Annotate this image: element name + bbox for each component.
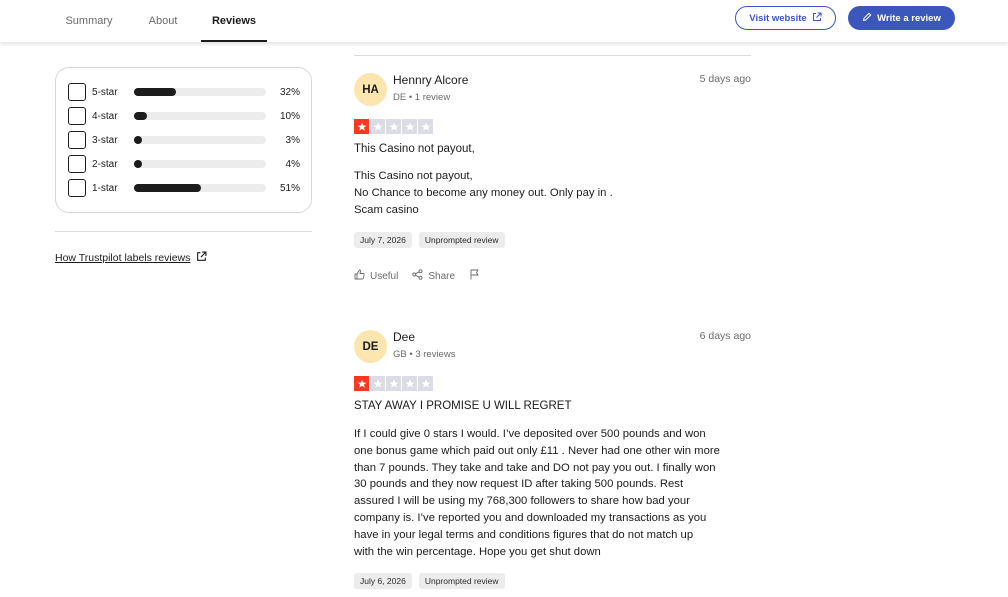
- divider: [55, 231, 312, 232]
- review-title[interactable]: This Casino not payout,: [354, 143, 475, 155]
- filter-percent: 10%: [279, 110, 300, 122]
- review-body-line: No Chance to become any money out. Only …: [354, 186, 613, 199]
- rating-bar: [134, 112, 266, 120]
- visit-website-label: Visit website: [749, 12, 807, 24]
- review-body-line: with the win percentage. Hope you get sh…: [354, 545, 601, 558]
- useful-button[interactable]: Useful: [354, 269, 398, 283]
- divider: [354, 55, 751, 56]
- star-icon: [386, 376, 401, 391]
- tab-summary[interactable]: Summary: [58, 0, 120, 42]
- star-icon: [402, 119, 417, 134]
- star-icon: [386, 119, 401, 134]
- rating-bar-fill: [134, 160, 142, 168]
- filter-percent: 51%: [279, 182, 300, 194]
- star-icon: [354, 119, 369, 134]
- review-body-line: If I could give 0 stars I would. I’ve de…: [354, 428, 706, 440]
- date-tag: July 7, 2026: [354, 232, 412, 248]
- filter-row-3-star[interactable]: 3-star 3%: [68, 131, 300, 149]
- flag-icon: [469, 269, 480, 283]
- star-icon: [402, 376, 417, 391]
- filter-row-5-star[interactable]: 5-star 32%: [68, 83, 300, 101]
- avatar[interactable]: HA: [354, 73, 387, 106]
- share-button[interactable]: Share: [412, 269, 455, 283]
- review-title[interactable]: STAY AWAY I PROMISE U WILL REGRET: [354, 400, 571, 412]
- pencil-icon: [862, 12, 872, 25]
- checkbox-1-star[interactable]: [68, 179, 86, 197]
- rating-bar-fill: [134, 112, 148, 120]
- how-link-label: How Trustpilot labels reviews: [55, 252, 191, 264]
- filter-label: 1-star: [92, 182, 118, 194]
- rating-bar: [134, 184, 266, 192]
- report-button[interactable]: [469, 269, 480, 283]
- visit-website-button[interactable]: Visit website: [735, 6, 836, 30]
- external-link-icon: [196, 251, 207, 265]
- review-body: If I could give 0 stars I would. I’ve de…: [354, 426, 751, 560]
- filter-label: 5-star: [92, 86, 118, 98]
- reviewer-meta: GB • 3 reviews: [393, 349, 456, 360]
- star-rating: [354, 119, 433, 134]
- review-tags: July 7, 2026 Unprompted review: [354, 232, 505, 248]
- reviewer-name[interactable]: Hennry Alcore: [393, 73, 468, 87]
- filter-label: 3-star: [92, 134, 118, 146]
- write-review-button[interactable]: Write a review: [848, 6, 955, 30]
- unprompted-tag[interactable]: Unprompted review: [418, 573, 505, 589]
- star-icon: [418, 376, 433, 391]
- star-icon: [354, 376, 369, 391]
- reviewer-name[interactable]: Dee: [393, 330, 415, 344]
- thumbs-up-icon: [354, 269, 365, 283]
- useful-label: Useful: [370, 270, 399, 282]
- star-icon: [370, 376, 385, 391]
- filter-row-1-star[interactable]: 1-star 51%: [68, 179, 300, 197]
- review-body-line: company is. I’ve reported you and downlo…: [354, 511, 707, 524]
- review-time: 6 days ago: [699, 330, 751, 342]
- how-trustpilot-labels-link[interactable]: How Trustpilot labels reviews: [55, 251, 207, 265]
- filter-percent: 3%: [285, 134, 300, 146]
- rating-bar: [134, 88, 266, 96]
- review-body-line: This Casino not payout,: [354, 170, 473, 182]
- checkbox-2-star[interactable]: [68, 155, 86, 173]
- external-link-icon: [812, 12, 822, 25]
- date-tag: July 6, 2026: [354, 573, 412, 589]
- rating-bar: [134, 136, 266, 144]
- review-body-line: one bonus game which paid out only £11 .…: [354, 444, 720, 457]
- star-icon: [418, 119, 433, 134]
- star-filter-card: 5-star 32% 4-star 10% 3-star 3% 2-star 4…: [55, 67, 312, 213]
- write-review-label: Write a review: [877, 12, 941, 24]
- top-nav: Summary About Reviews Visit website Writ…: [0, 0, 1008, 42]
- star-rating: [354, 376, 433, 391]
- review-body-line: assured I will be using my 768,300 follo…: [354, 495, 690, 508]
- star-icon: [370, 119, 385, 134]
- review-body-line: than 7 pounds. They take and take and DO…: [354, 461, 716, 474]
- review-body-line: 30 pounds and they now request ID after …: [354, 478, 684, 491]
- filter-row-4-star[interactable]: 4-star 10%: [68, 107, 300, 125]
- filter-percent: 32%: [279, 86, 300, 98]
- share-icon: [412, 269, 423, 283]
- checkbox-5-star[interactable]: [68, 83, 86, 101]
- avatar[interactable]: DE: [354, 330, 387, 363]
- reviewer-meta: DE • 1 review: [393, 92, 451, 103]
- rating-bar: [134, 160, 266, 168]
- review-card: HA Hennry Alcore DE • 1 review 5 days ag…: [354, 73, 751, 293]
- checkbox-3-star[interactable]: [68, 131, 86, 149]
- tab-reviews[interactable]: Reviews: [201, 0, 267, 42]
- share-label: Share: [428, 270, 456, 282]
- filter-percent: 4%: [285, 158, 300, 170]
- review-tags: July 6, 2026 Unprompted review: [354, 573, 505, 589]
- review-body-line: have in your legal terms and conditions …: [354, 528, 694, 541]
- filter-row-2-star[interactable]: 2-star 4%: [68, 155, 300, 173]
- rating-bar-fill: [134, 88, 177, 96]
- tab-about[interactable]: About: [140, 0, 186, 42]
- review-body: This Casino not payout, No Chance to bec…: [354, 168, 751, 218]
- rating-bar-fill: [134, 136, 142, 144]
- review-card: DE Dee GB • 3 reviews 6 days ago STAY AW…: [354, 330, 751, 592]
- checkbox-4-star[interactable]: [68, 107, 86, 125]
- unprompted-tag[interactable]: Unprompted review: [418, 232, 505, 248]
- rating-bar-fill: [134, 184, 202, 192]
- filter-label: 2-star: [92, 158, 118, 170]
- review-actions: Useful Share: [354, 269, 480, 283]
- filter-label: 4-star: [92, 110, 118, 122]
- review-body-line: Scam casino: [354, 203, 419, 216]
- review-time: 5 days ago: [699, 73, 751, 85]
